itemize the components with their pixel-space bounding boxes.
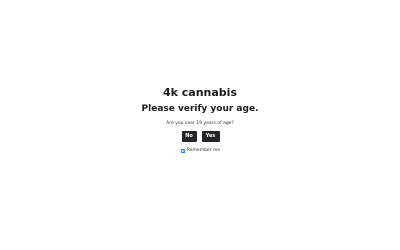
remember-me-label[interactable]: Remember me (187, 148, 220, 154)
age-question: Are you over 19 years of age? (166, 121, 234, 126)
answer-buttons: No Yes (0, 131, 400, 142)
remember-me-checkbox[interactable] (180, 149, 185, 153)
age-verification-page: 4k cannabis Please verify your age. Are … (0, 0, 400, 250)
yes-button[interactable]: Yes (201, 131, 220, 142)
remember-me-row[interactable]: Remember me (0, 148, 400, 154)
brand-title: 4k cannabis (162, 86, 238, 99)
no-button[interactable]: No (181, 131, 197, 142)
verify-heading: Please verify your age. (141, 104, 259, 114)
